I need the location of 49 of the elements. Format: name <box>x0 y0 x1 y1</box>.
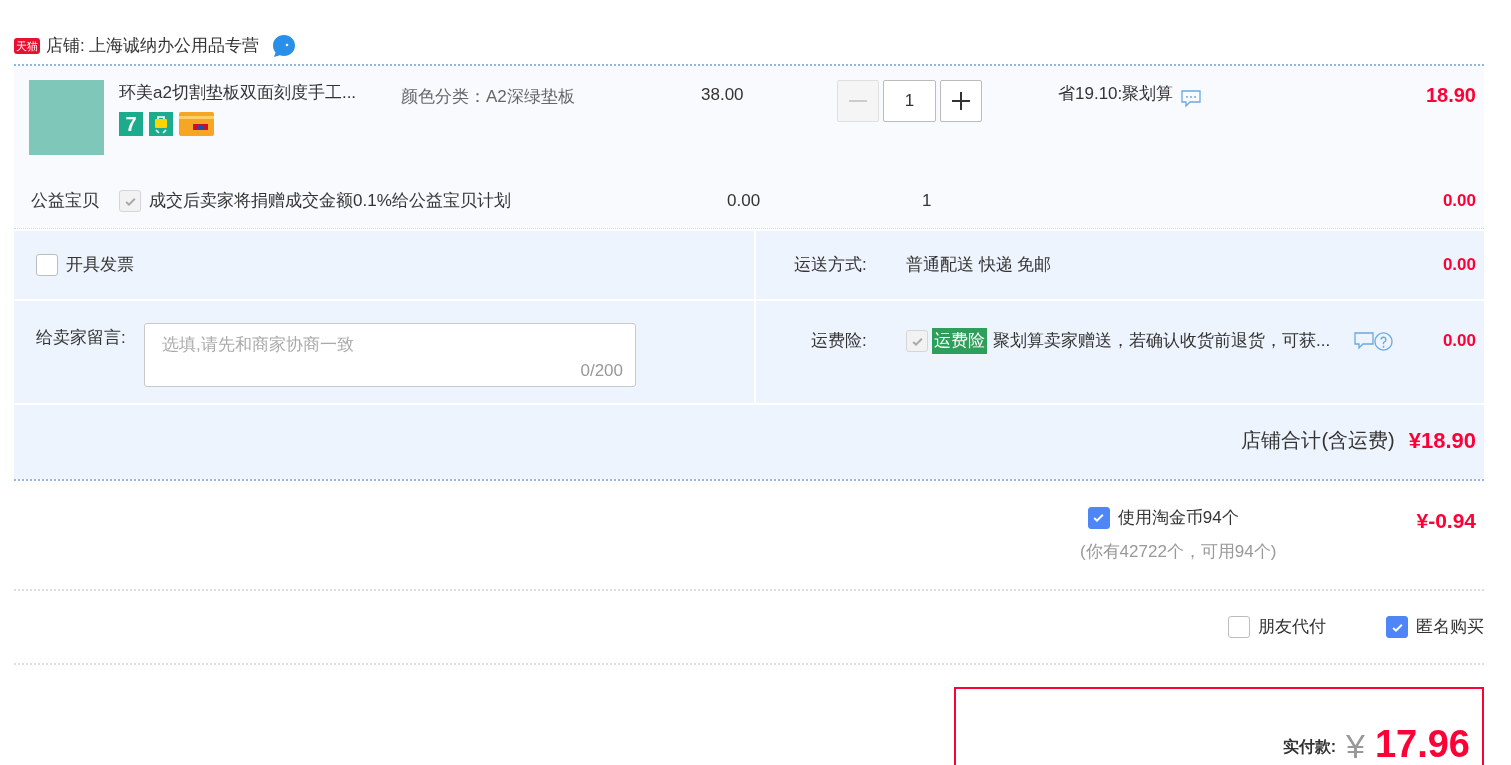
bag-icon <box>149 111 173 136</box>
quantity-field[interactable]: 1 <box>883 80 936 122</box>
insurance-text: 聚划算卖家赠送，若确认收货前退货，可获... <box>993 330 1331 353</box>
card-icon <box>179 111 214 136</box>
checkbox[interactable] <box>1087 506 1110 529</box>
promo-label: 省19.10:聚划算 <box>1058 83 1174 105</box>
coins-note: (你有42722个，可用94个) <box>1079 540 1277 563</box>
charity-subtotal: 0.00 <box>1442 190 1476 213</box>
shop-name[interactable]: 店铺: 上海诚纳办公用品专营 <box>46 33 260 59</box>
charity-quantity: 1 <box>922 190 932 213</box>
store-badge: 天猫 <box>14 38 40 54</box>
message-label: 给卖家留言: <box>36 327 127 349</box>
checkbox[interactable] <box>1386 616 1408 638</box>
increase-button[interactable] <box>940 80 982 122</box>
sku-label: 颜色分类：A2深绿垫板 <box>401 86 576 108</box>
message-placeholder: 选填,请先和商家协商一致 <box>162 334 355 356</box>
payment-label: 实付款: <box>1282 737 1336 757</box>
insurance-tag: 运费险 <box>932 328 987 354</box>
shipping-method: 普通配送 快递 免邮 <box>906 254 1052 277</box>
charity-label: 公益宝贝 <box>31 190 100 213</box>
plus-icon <box>951 91 971 111</box>
character-counter: 0/200 <box>580 359 623 382</box>
checkmark-icon <box>1092 511 1106 525</box>
product-title[interactable]: 环美a2切割垫板双面刻度手工... <box>119 80 384 106</box>
option-label[interactable]: 朋友代付 <box>1258 614 1326 640</box>
charity-price: 0.00 <box>727 190 762 213</box>
item-subtotal: 18.90 <box>1425 83 1476 108</box>
coins-label[interactable]: 使用淘金币94个 <box>1117 505 1239 531</box>
option-label[interactable]: 匿名购买 <box>1416 614 1484 640</box>
payment-amount: 17.96 <box>1374 725 1470 763</box>
shipping-label: 运送方式: <box>794 254 868 277</box>
invoice-label[interactable]: 开具发票 <box>66 252 134 278</box>
comment-icon[interactable] <box>1354 332 1375 350</box>
help-icon[interactable] <box>1374 331 1394 351</box>
chat-bubble-icon[interactable] <box>271 33 298 59</box>
currency-symbol: ¥ <box>1346 729 1365 763</box>
seven-day-badge: 7 <box>119 111 143 136</box>
insurance-label: 运费险: <box>811 330 868 353</box>
shop-total-label: 店铺合计(含运费) <box>1241 428 1395 453</box>
comment-icon[interactable] <box>1181 90 1202 108</box>
shipping-cost: 0.00 <box>1442 254 1476 277</box>
unit-price: 38.00 <box>701 84 745 106</box>
checkbox[interactable] <box>36 254 58 276</box>
insurance-cost: 0.00 <box>1442 330 1476 353</box>
charity-text: 成交后卖家将捐赠成交金额0.1%给公益宝贝计划 <box>149 190 512 213</box>
shop-total-amount: ¥18.90 <box>1408 426 1476 455</box>
coins-discount: ¥-0.94 <box>1416 508 1476 534</box>
checkbox[interactable] <box>1228 616 1250 638</box>
minus-icon <box>849 100 867 102</box>
